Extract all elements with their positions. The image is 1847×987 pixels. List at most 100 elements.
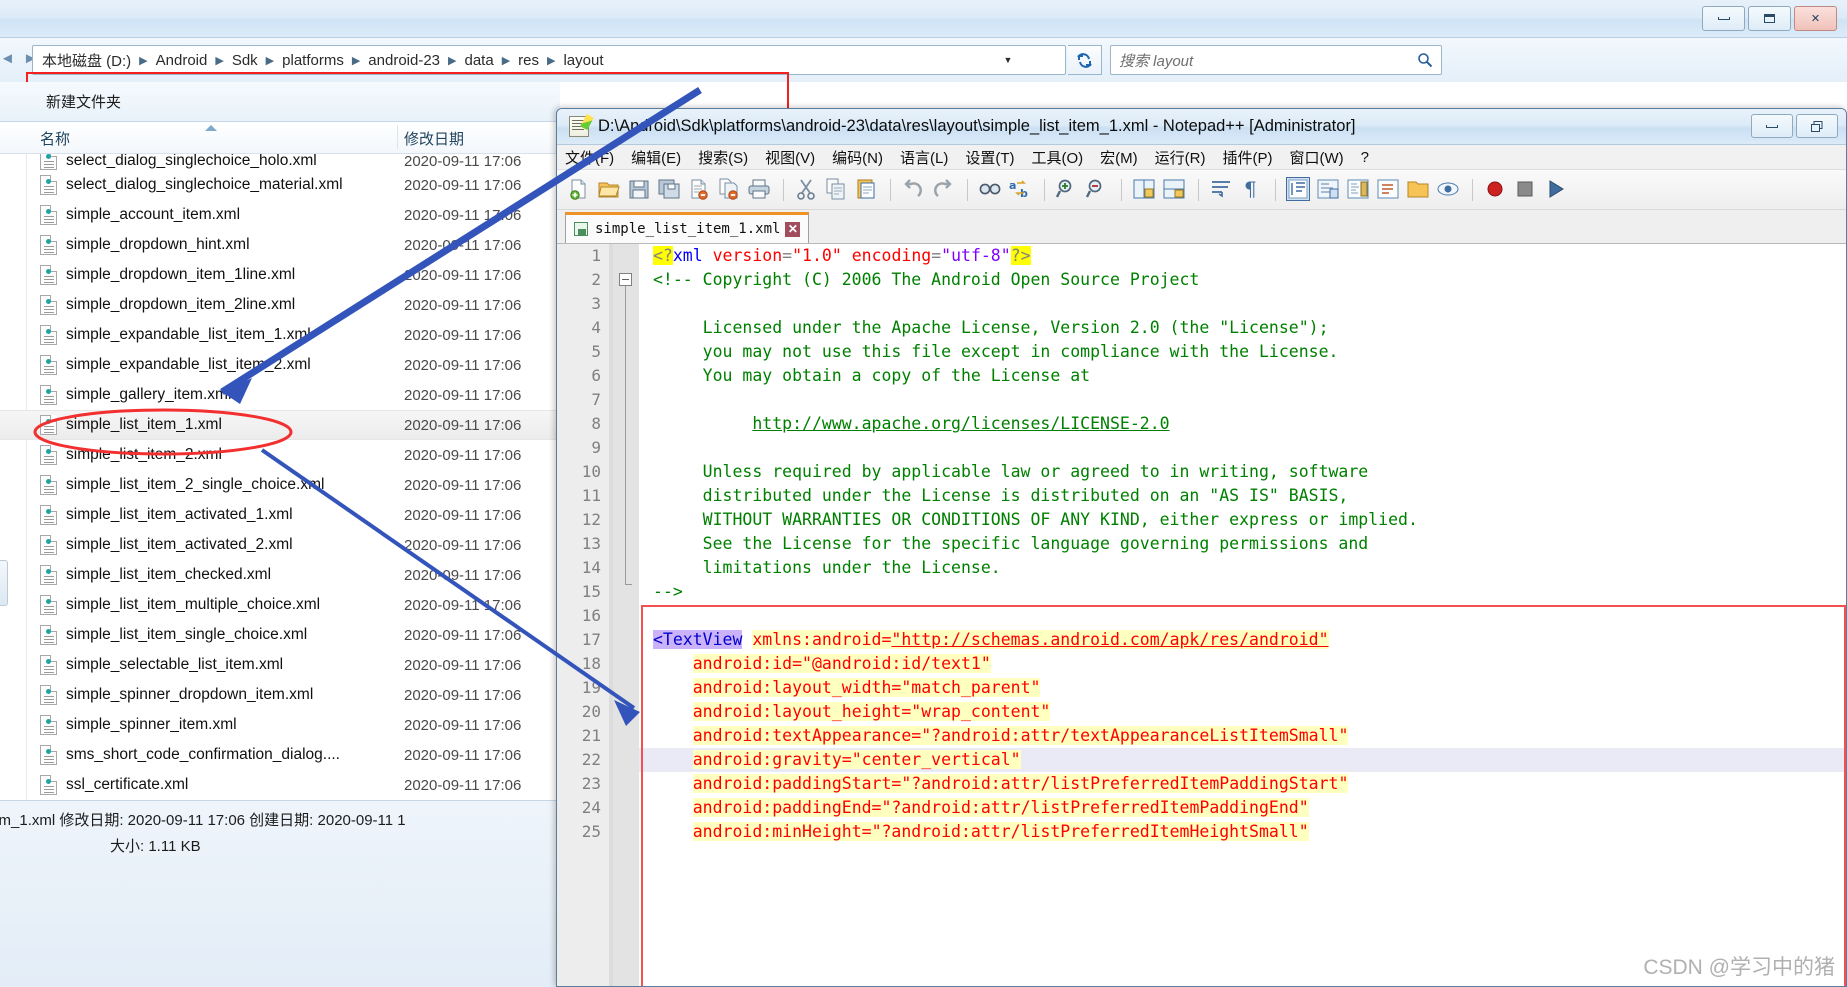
copy-icon[interactable] bbox=[824, 177, 850, 203]
code-line[interactable]: You may obtain a copy of the License at bbox=[639, 364, 1846, 388]
find-icon[interactable] bbox=[978, 177, 1004, 203]
function-list-icon[interactable] bbox=[1376, 177, 1402, 203]
table-row[interactable]: ssl_certificate.xml 2020-09-11 17:06 bbox=[0, 770, 559, 800]
table-row[interactable]: select_dialog_singlechoice_material.xml 2… bbox=[0, 170, 559, 200]
code-line[interactable]: android:minHeight="?android:attr/listPre… bbox=[639, 820, 1846, 844]
table-row[interactable]: simple_list_item_1.xml 2020-09-11 17:06 bbox=[0, 410, 559, 440]
table-row[interactable]: simple_dropdown_item_2line.xml 2020-09-11… bbox=[0, 290, 559, 320]
maximize-button[interactable] bbox=[1748, 6, 1791, 31]
code-line[interactable]: android:textAppearance="?android:attr/te… bbox=[639, 724, 1846, 748]
indent-guide-icon[interactable] bbox=[1286, 176, 1312, 203]
code-line[interactable]: distributed under the License is distrib… bbox=[639, 484, 1846, 508]
column-divider[interactable] bbox=[397, 125, 398, 149]
close-all-icon[interactable] bbox=[717, 177, 743, 203]
menu-tools[interactable]: 工具(O) bbox=[1031, 147, 1083, 168]
breadcrumb-item[interactable]: Sdk bbox=[229, 52, 261, 69]
menu-language[interactable]: 语言(L) bbox=[900, 147, 948, 168]
code-editor[interactable]: 1 2 3 4 5 6 7 8 9 10 11 12 13 14 15 16 17 18 19 20 21 22 23 24 2… bbox=[557, 244, 1846, 986]
undo-icon[interactable] bbox=[901, 177, 927, 203]
code-line[interactable]: android:gravity="center_vertical" bbox=[639, 748, 1846, 772]
breadcrumb-item[interactable]: android-23 bbox=[365, 52, 443, 69]
folder-as-workspace-icon[interactable] bbox=[1406, 177, 1432, 203]
close-button[interactable]: ✕ bbox=[1794, 6, 1837, 31]
show-all-chars-icon[interactable]: ¶ bbox=[1239, 177, 1265, 203]
code-line[interactable]: <TextView xmlns:android="http://schemas.… bbox=[639, 628, 1846, 652]
table-row[interactable]: simple_list_item_2_single_choice.xml 2020… bbox=[0, 470, 559, 500]
chevron-down-icon[interactable]: ▼ bbox=[997, 46, 1019, 74]
user-defined-lang-icon[interactable] bbox=[1316, 177, 1342, 203]
table-row[interactable]: simple_list_item_multiple_choice.xml 2020… bbox=[0, 590, 559, 620]
table-row[interactable]: simple_account_item.xml 2020-09-11 17:06 bbox=[0, 200, 559, 230]
macro-stop-icon[interactable] bbox=[1513, 177, 1539, 203]
redo-icon[interactable] bbox=[931, 177, 957, 203]
code-line[interactable]: WITHOUT WARRANTIES OR CONDITIONS OF ANY … bbox=[639, 508, 1846, 532]
menu-encoding[interactable]: 编码(N) bbox=[832, 147, 883, 168]
code-line[interactable]: Unless required by applicable law or agr… bbox=[639, 460, 1846, 484]
menu-help[interactable]: ? bbox=[1361, 149, 1369, 166]
refresh-button[interactable] bbox=[1068, 45, 1102, 75]
print-icon[interactable] bbox=[747, 177, 773, 203]
fold-margin[interactable] bbox=[613, 244, 639, 986]
word-wrap-icon[interactable] bbox=[1209, 177, 1235, 203]
menu-edit[interactable]: 编辑(E) bbox=[631, 147, 681, 168]
table-row[interactable]: simple_spinner_dropdown_item.xml 2020-09-… bbox=[0, 680, 559, 710]
code-line[interactable]: limitations under the License. bbox=[639, 556, 1846, 580]
fold-collapse-icon[interactable] bbox=[619, 273, 632, 286]
breadcrumb-item[interactable]: res bbox=[515, 52, 542, 69]
table-row[interactable]: simple_spinner_item.xml 2020-09-11 17:06 bbox=[0, 710, 559, 740]
code-line[interactable]: See the License for the specific languag… bbox=[639, 532, 1846, 556]
close-icon[interactable]: ✕ bbox=[785, 221, 801, 237]
table-row[interactable]: simple_selectable_list_item.xml 2020-09-1… bbox=[0, 650, 559, 680]
table-row[interactable]: simple_dropdown_hint.xml 2020-09-11 17:06 bbox=[0, 230, 559, 260]
code-line[interactable] bbox=[639, 604, 1846, 628]
table-row[interactable]: sms_short_code_confirmation_dialog.... 20… bbox=[0, 740, 559, 770]
code-line[interactable]: android:id="@android:id/text1" bbox=[639, 652, 1846, 676]
code-line[interactable]: android:paddingEnd="?android:attr/listPr… bbox=[639, 796, 1846, 820]
breadcrumb-item[interactable]: Android bbox=[153, 52, 211, 69]
menu-settings[interactable]: 设置(T) bbox=[965, 147, 1014, 168]
breadcrumb-item[interactable]: 本地磁盘 (D:) bbox=[39, 50, 134, 71]
code-line[interactable] bbox=[639, 388, 1846, 412]
menu-view[interactable]: 视图(V) bbox=[765, 147, 815, 168]
table-row[interactable]: simple_list_item_activated_2.xml 2020-09-… bbox=[0, 530, 559, 560]
minimize-button[interactable] bbox=[1751, 114, 1793, 138]
code-line[interactable]: http://www.apache.org/licenses/LICENSE-2… bbox=[639, 412, 1846, 436]
table-row[interactable]: simple_list_item_single_choice.xml 2020-0… bbox=[0, 620, 559, 650]
table-row[interactable]: simple_gallery_item.xml 2020-09-11 17:06 bbox=[0, 380, 559, 410]
breadcrumb-item[interactable]: platforms bbox=[279, 52, 347, 69]
menu-plugins[interactable]: 插件(P) bbox=[1222, 147, 1272, 168]
sync-horizontal-icon[interactable] bbox=[1162, 177, 1188, 203]
doc-map-icon[interactable] bbox=[1346, 177, 1372, 203]
table-row[interactable]: simple_list_item_2.xml 2020-09-11 17:06 bbox=[0, 440, 559, 470]
new-folder-button[interactable]: 新建文件夹 bbox=[0, 91, 121, 112]
zoom-in-icon[interactable] bbox=[1055, 177, 1081, 203]
breadcrumb-item[interactable]: layout bbox=[560, 52, 606, 69]
save-icon[interactable] bbox=[627, 177, 653, 203]
sync-vertical-icon[interactable] bbox=[1132, 177, 1158, 203]
macro-record-icon[interactable] bbox=[1483, 177, 1509, 203]
menu-window[interactable]: 窗口(W) bbox=[1289, 147, 1343, 168]
restore-button[interactable] bbox=[1796, 114, 1838, 138]
new-file-icon[interactable] bbox=[567, 177, 593, 203]
code-text[interactable]: <?xml version="1.0" encoding="utf-8"?> <!… bbox=[639, 244, 1846, 986]
menu-search[interactable]: 搜索(S) bbox=[698, 147, 748, 168]
table-row[interactable]: simple_list_item_checked.xml 2020-09-11 1… bbox=[0, 560, 559, 590]
macro-play-icon[interactable] bbox=[1543, 177, 1569, 203]
code-line[interactable]: <!-- Copyright (C) 2006 The Android Open… bbox=[639, 268, 1846, 292]
table-row[interactable]: simple_list_item_activated_1.xml 2020-09-… bbox=[0, 500, 559, 530]
open-folder-icon[interactable] bbox=[597, 177, 623, 203]
column-header-name[interactable]: 名称 bbox=[40, 128, 70, 149]
table-row[interactable]: simple_dropdown_item_1line.xml 2020-09-11… bbox=[0, 260, 559, 290]
breadcrumb-item[interactable]: data bbox=[461, 52, 496, 69]
close-file-icon[interactable] bbox=[687, 177, 713, 203]
cut-icon[interactable] bbox=[794, 177, 820, 203]
column-header-date-modified[interactable]: 修改日期 bbox=[404, 128, 464, 149]
code-line[interactable]: --> bbox=[639, 580, 1846, 604]
save-all-icon[interactable] bbox=[657, 177, 683, 203]
tab-simple-list-item-1[interactable]: simple_list_item_1.xml ✕ bbox=[565, 212, 810, 243]
code-line[interactable]: Licensed under the Apache License, Versi… bbox=[639, 316, 1846, 340]
zoom-out-icon[interactable] bbox=[1085, 177, 1111, 203]
table-row[interactable]: simple_expandable_list_item_1.xml 2020-09… bbox=[0, 320, 559, 350]
menu-run[interactable]: 运行(R) bbox=[1155, 147, 1206, 168]
table-row[interactable]: select_dialog_singlechoice_holo.xml 2020-… bbox=[0, 154, 559, 170]
